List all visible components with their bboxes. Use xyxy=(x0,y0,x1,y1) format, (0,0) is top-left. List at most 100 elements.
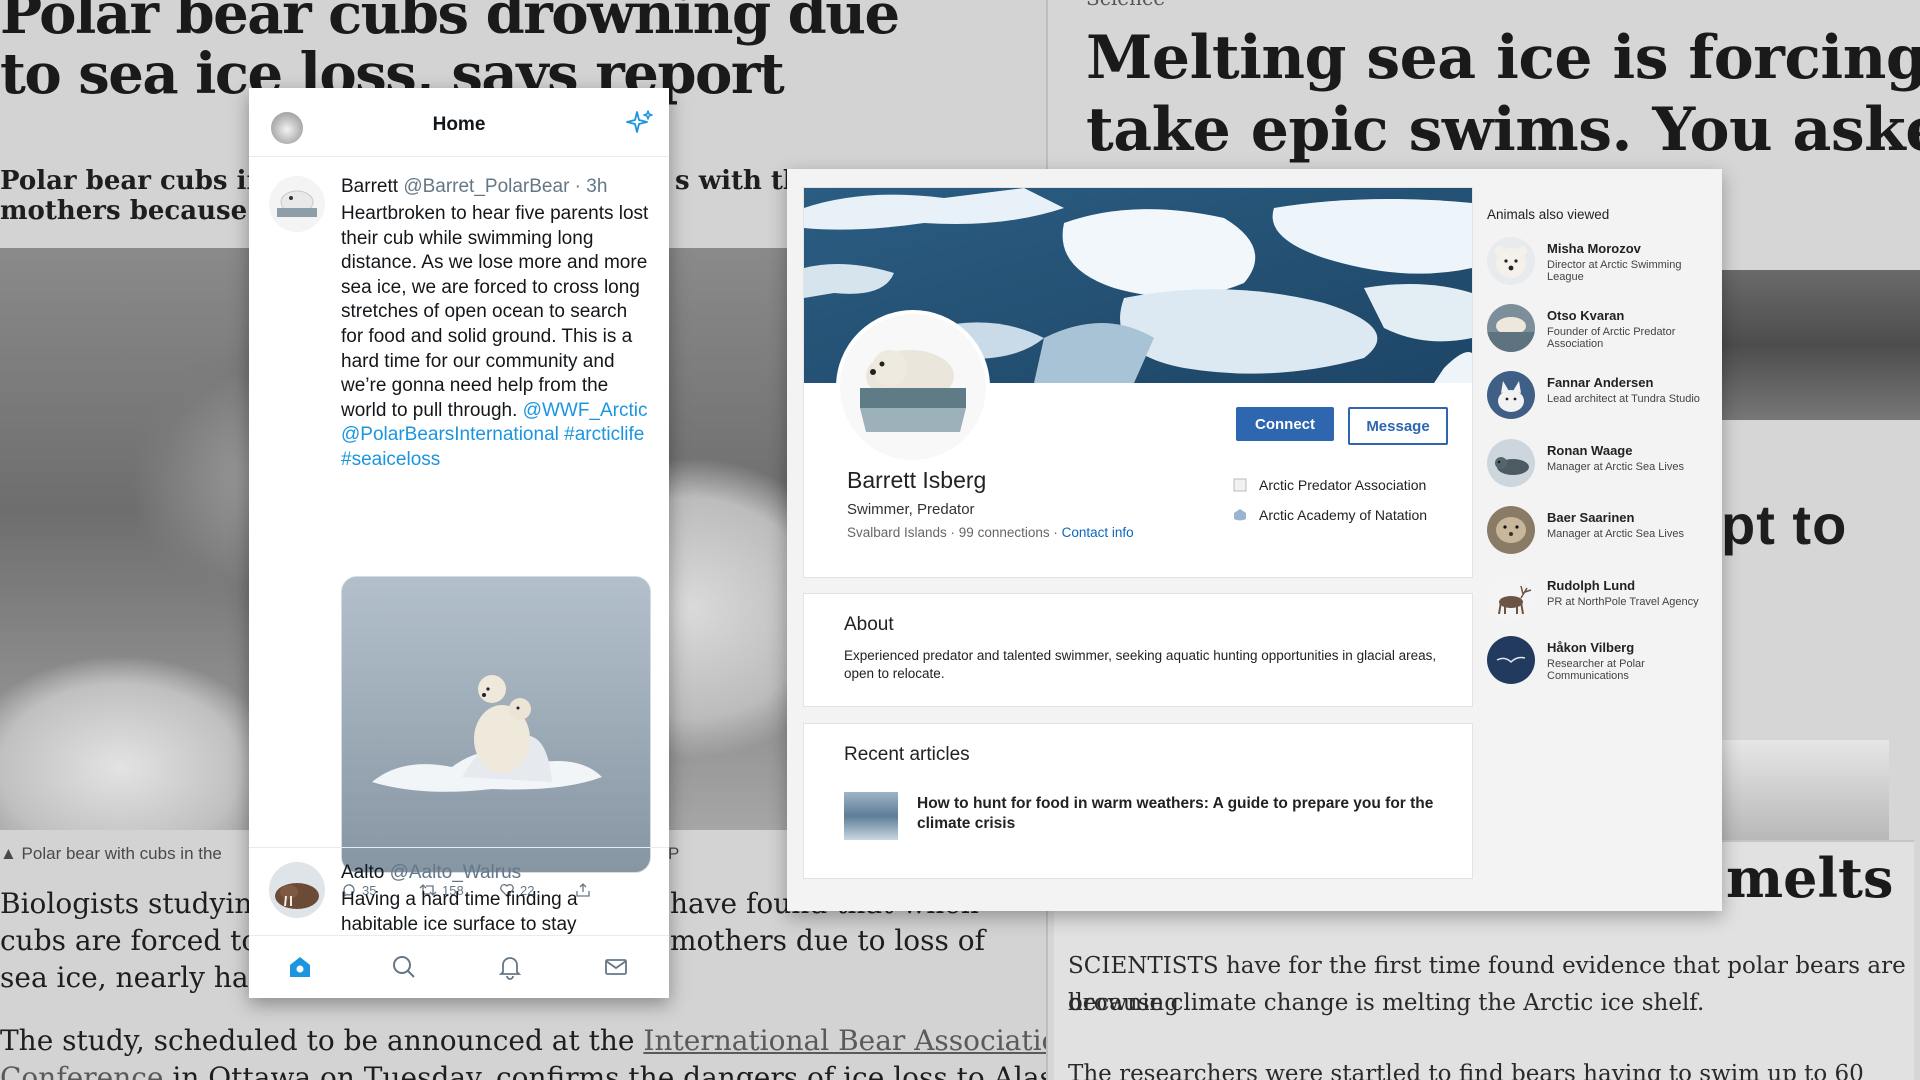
twitter-window: Home Barrett @Barret_PolarBear · 3h Hear… xyxy=(249,88,669,998)
arctic-fox-icon xyxy=(1487,371,1535,419)
person-avatar xyxy=(1487,636,1535,684)
seal-icon xyxy=(1487,439,1535,487)
polar-bear-face-icon xyxy=(1487,237,1535,285)
article-kicker: Science xyxy=(1086,0,1165,10)
body-p1-line2: because climate change is melting the Ar… xyxy=(1068,990,1705,1016)
person-role: Lead architect at Tundra Studio xyxy=(1547,393,1700,405)
person-name: Otso Kvaran xyxy=(1547,308,1625,323)
photo-caption: ▲ Polar bear with cubs in the xyxy=(0,844,222,863)
tweet-header: Aalto @Aalto_Walrus xyxy=(341,862,521,884)
about-text: Experienced predator and talented swimme… xyxy=(844,648,1437,681)
person-avatar xyxy=(1487,506,1535,554)
photo-caption-right: P xyxy=(668,844,680,863)
subheadline-line2: mothers because of xyxy=(0,196,285,226)
association-link[interactable]: International Bear Association xyxy=(643,1024,1046,1057)
article-thumbnail[interactable] xyxy=(844,792,898,840)
sparkle-icon[interactable] xyxy=(625,108,655,138)
swimming-bear-icon xyxy=(1487,304,1535,352)
person-role: Researcher at Polar Communications xyxy=(1547,658,1645,682)
tweet-author-name[interactable]: Barrett xyxy=(341,176,398,197)
tweet-header: Barrett @Barret_PolarBear · 3h xyxy=(341,176,607,198)
org-name: Arctic Academy of Natation xyxy=(1259,507,1428,523)
reindeer-icon xyxy=(1487,574,1535,622)
articles-section: Recent articles How to hunt for food in … xyxy=(804,724,1472,878)
profile-window: Barrett Isberg Swimmer, Predator Svalbar… xyxy=(787,169,1722,911)
search-icon[interactable] xyxy=(391,954,417,980)
person-role: Manager at Arctic Sea Lives xyxy=(1547,528,1684,540)
article-title[interactable]: How to hunt for food in warm weathers: A… xyxy=(917,794,1447,834)
headline-fragment-melts: melts xyxy=(1726,846,1894,910)
person-avatar xyxy=(1487,371,1535,419)
tweet-body: Heartbroken to hear five parents lost th… xyxy=(341,203,649,421)
person-name: Rudolph Lund xyxy=(1547,578,1636,593)
swimming-polar-bear-photo xyxy=(840,314,986,460)
sidebar-title: Animals also viewed xyxy=(1487,207,1610,222)
ice-photo xyxy=(1721,740,1889,840)
brown-seal-icon xyxy=(1487,506,1535,554)
body-line5-rest: in Ottawa on Tuesday, confirms the dange… xyxy=(163,1061,1046,1080)
article-body-line4: The study, scheduled to be announced at … xyxy=(0,1022,1046,1059)
profile-photo[interactable] xyxy=(836,310,990,464)
person-name: Baer Saarinen xyxy=(1547,510,1635,525)
tweet[interactable]: Barrett @Barret_PolarBear · 3h Heartbrok… xyxy=(249,156,669,916)
person-name: Misha Morozov xyxy=(1547,241,1641,256)
polar-bear-on-ice-image xyxy=(342,577,650,872)
person-item[interactable]: Ronan Waage Manager at Arctic Sea Lives xyxy=(1487,439,1717,499)
person-name: Håkon Vilberg xyxy=(1547,640,1635,655)
bottom-nav xyxy=(249,935,669,998)
bell-icon[interactable] xyxy=(497,954,523,980)
about-section: About Experienced predator and talented … xyxy=(804,594,1472,706)
headline-fragment: pt to xyxy=(1721,493,1848,556)
person-role: Manager at Arctic Sea Lives xyxy=(1547,461,1684,473)
tweet-text: Heartbroken to hear five parents lost th… xyxy=(341,202,651,473)
person-item[interactable]: Fannar Andersen Lead architect at Tundra… xyxy=(1487,371,1717,431)
person-avatar xyxy=(1487,237,1535,285)
profile-card: Barrett Isberg Swimmer, Predator Svalbar… xyxy=(804,188,1472,577)
mail-icon[interactable] xyxy=(603,954,629,980)
person-item[interactable]: Rudolph Lund PR at NorthPole Travel Agen… xyxy=(1487,574,1717,634)
connect-button[interactable]: Connect xyxy=(1236,407,1334,441)
conference-link[interactable]: Conference xyxy=(0,1061,164,1080)
body-line4-prefix: The study, scheduled to be announced at … xyxy=(0,1024,644,1057)
walrus-avatar-icon xyxy=(269,862,325,918)
person-name: Ronan Waage xyxy=(1547,443,1633,458)
person-avatar xyxy=(1487,574,1535,622)
home-icon[interactable] xyxy=(287,954,313,980)
twitter-header: Home xyxy=(249,88,669,157)
school-icon xyxy=(1234,509,1246,521)
message-button[interactable]: Message xyxy=(1348,407,1448,445)
articles-title: Recent articles xyxy=(844,744,970,765)
contact-info-link[interactable]: Contact info xyxy=(1062,525,1134,540)
tweet[interactable]: Aalto @Aalto_Walrus Having a hard time f… xyxy=(249,848,669,938)
person-item[interactable]: Baer Saarinen Manager at Arctic Sea Live… xyxy=(1487,506,1717,566)
person-avatar xyxy=(1487,304,1535,352)
also-viewed-sidebar: Animals also viewed Misha Morozov Direct… xyxy=(1487,169,1722,911)
body-line2-right: mothers due to loss of xyxy=(670,924,986,957)
tweet-text: Having a hard time finding a habitable i… xyxy=(341,889,578,935)
person-item[interactable]: Håkon Vilberg Researcher at Polar Commun… xyxy=(1487,636,1717,696)
tweet-avatar[interactable] xyxy=(269,862,325,918)
person-item[interactable]: Misha Morozov Director at Arctic Swimmin… xyxy=(1487,237,1717,297)
person-role: Director at Arctic Swimming League xyxy=(1547,259,1682,283)
profile-name: Barrett Isberg xyxy=(847,467,987,493)
person-role: PR at NorthPole Travel Agency xyxy=(1547,596,1699,608)
tweet-image[interactable] xyxy=(341,576,651,873)
polar-bear-avatar-icon xyxy=(269,176,325,232)
article-body-line5: Conference in Ottawa on Tuesday, confirm… xyxy=(0,1059,1046,1080)
profile-meta: Svalbard Islands · 99 connections · Cont… xyxy=(847,525,1134,540)
org-item[interactable]: Arctic Academy of Natation xyxy=(1233,507,1427,523)
person-item[interactable]: Otso Kvaran Founder of Arctic Predator A… xyxy=(1487,304,1717,364)
headline-line1: Melting sea ice is forcing polar xyxy=(1086,23,1920,93)
tweet-handle: @Aalto_Walrus xyxy=(389,862,522,883)
bird-icon xyxy=(1487,636,1535,684)
location-connections: Svalbard Islands · 99 connections · xyxy=(847,525,1062,540)
org-item[interactable]: Arctic Predator Association xyxy=(1233,477,1426,493)
page-title: Home xyxy=(432,114,486,135)
body-p2-line1: The researchers were startled to find be… xyxy=(1068,1061,1864,1080)
person-role: Founder of Arctic Predator Association xyxy=(1547,326,1676,350)
ocean-photo xyxy=(1721,270,1920,420)
org-name: Arctic Predator Association xyxy=(1259,477,1427,493)
about-title: About xyxy=(844,614,894,635)
tweet-author-name[interactable]: Aalto xyxy=(341,862,384,883)
tweet-avatar[interactable] xyxy=(269,176,325,232)
